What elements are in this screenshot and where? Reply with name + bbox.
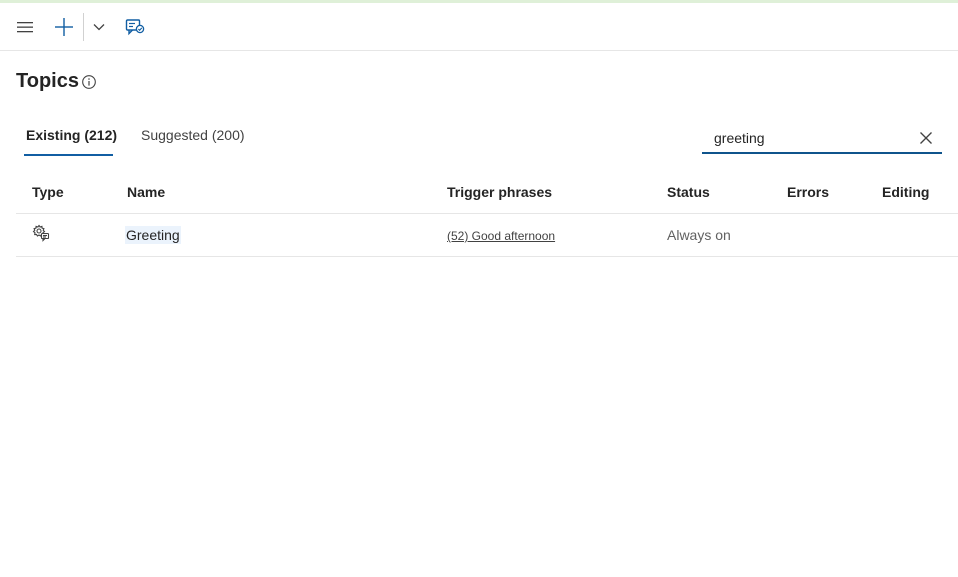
chevron-down-icon [93, 24, 105, 31]
page-title: Topics [16, 70, 79, 92]
tab-existing[interactable]: Existing (212) [26, 127, 117, 143]
tab-suggested[interactable]: Suggested (200) [141, 127, 245, 143]
plus-icon [55, 18, 73, 36]
menu-button[interactable] [11, 13, 39, 41]
system-topic-gear-icon [32, 224, 50, 242]
trigger-phrases-link[interactable]: (52) Good afternoon [447, 229, 555, 243]
column-header-status[interactable]: Status [667, 184, 710, 200]
clear-search-button[interactable] [918, 130, 934, 146]
info-icon[interactable] [81, 74, 97, 90]
column-header-errors[interactable]: Errors [787, 184, 829, 200]
add-dropdown-button[interactable] [85, 13, 113, 41]
search-box [702, 124, 942, 154]
active-tab-indicator [24, 154, 113, 156]
chat-test-icon [125, 19, 145, 36]
search-input[interactable] [714, 128, 914, 148]
topic-name-link[interactable]: Greeting [125, 226, 181, 244]
table-row[interactable]: Greeting (52) Good afternoon Always on [16, 213, 958, 257]
hamburger-menu-icon [17, 22, 33, 33]
toolbar-separator [83, 13, 84, 41]
column-header-name[interactable]: Name [127, 184, 165, 200]
command-toolbar [0, 3, 958, 51]
test-chat-button[interactable] [121, 13, 149, 41]
column-header-editing[interactable]: Editing [882, 184, 929, 200]
column-header-trigger-phrases[interactable]: Trigger phrases [447, 184, 552, 200]
close-icon [920, 132, 932, 144]
status-value: Always on [667, 227, 731, 243]
add-topic-button[interactable] [50, 13, 78, 41]
column-header-type[interactable]: Type [32, 184, 64, 200]
